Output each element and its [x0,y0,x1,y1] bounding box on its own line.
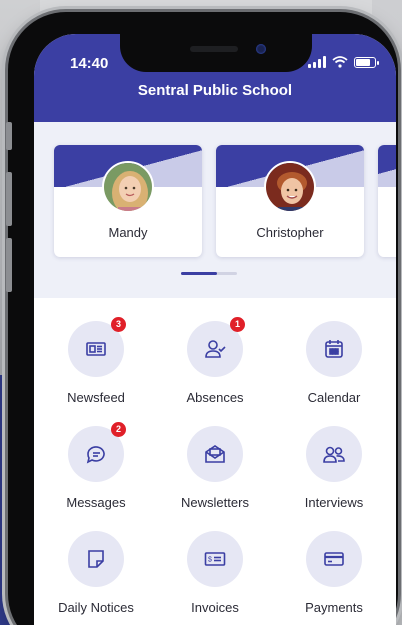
girl-avatar [102,161,154,213]
newsletters-icon-circle [187,426,243,482]
calendar-icon [325,340,343,358]
menu-payments[interactable]: Payments [274,531,394,615]
menu-messages[interactable]: 2 Messages [36,422,156,510]
interviews-icon-circle [306,426,362,482]
status-icons [308,56,379,68]
calendar-icon-circle [306,321,362,377]
absences-icon-circle: 1 [187,317,245,377]
signal-icon [308,56,326,68]
messages-icon-circle: 2 [68,422,126,482]
boy-avatar [264,161,316,213]
volume-up-button [6,172,12,226]
carousel-pager [181,272,237,275]
menu-invoices[interactable]: $ Invoices [155,531,275,615]
chat-icon [86,446,105,464]
envelope-icon [205,445,225,463]
menu-label: Absences [186,390,244,405]
student-card-mandy[interactable]: Mandy [54,145,202,257]
daily-notices-icon-circle [68,531,124,587]
notification-badge: 3 [111,317,126,332]
notification-badge: 2 [111,422,126,437]
student-card-christopher[interactable]: Christopher [216,145,364,257]
pager-active-indicator [181,272,217,275]
notification-badge: 1 [230,317,245,332]
payments-icon-circle [306,531,362,587]
menu-daily-notices[interactable]: Daily Notices [36,531,156,615]
menu-label: Calendar [307,390,361,405]
notch [120,26,312,72]
battery-icon [354,56,379,68]
student-carousel[interactable]: Mandy Christopher [34,122,396,298]
student-name: Mandy [108,225,148,240]
menu-label: Newsletters [181,495,249,510]
front-camera [256,44,266,54]
user-check-icon [205,340,226,358]
menu-interviews[interactable]: Interviews [274,426,394,510]
wifi-icon [332,56,348,68]
student-name: Christopher [256,225,324,240]
phone-frame: 14:40 Sentral Public School Mandy Christ… [6,12,398,625]
menu-label: Newsfeed [67,390,125,405]
invoices-icon-circle: $ [187,531,243,587]
mute-switch [6,122,12,150]
menu-label: Interviews [304,495,364,510]
status-time: 14:40 [70,55,109,72]
volume-down-button [6,238,12,292]
menu-label: Invoices [191,600,239,615]
app-screen: 14:40 Sentral Public School Mandy Christ… [34,34,396,625]
newspaper-icon [86,342,106,356]
student-card-peek[interactable] [378,145,396,257]
card-banner [378,145,396,187]
svg-text:$: $ [208,557,212,564]
menu-absences[interactable]: 1 Absences [155,317,275,405]
menu-calendar[interactable]: Calendar [274,321,394,405]
menu-newsletters[interactable]: Newsletters [155,426,275,510]
invoice-icon: $ [204,552,226,566]
credit-card-icon [324,552,344,566]
menu-label: Messages [66,495,126,510]
speaker-grille [190,46,238,52]
note-icon [88,550,104,568]
menu-label: Payments [305,600,363,615]
users-icon [323,446,345,463]
newsfeed-icon-circle: 3 [68,317,126,377]
menu-label: Daily Notices [58,600,134,615]
menu-newsfeed[interactable]: 3 Newsfeed [36,317,156,405]
school-title: Sentral Public School [137,82,293,99]
